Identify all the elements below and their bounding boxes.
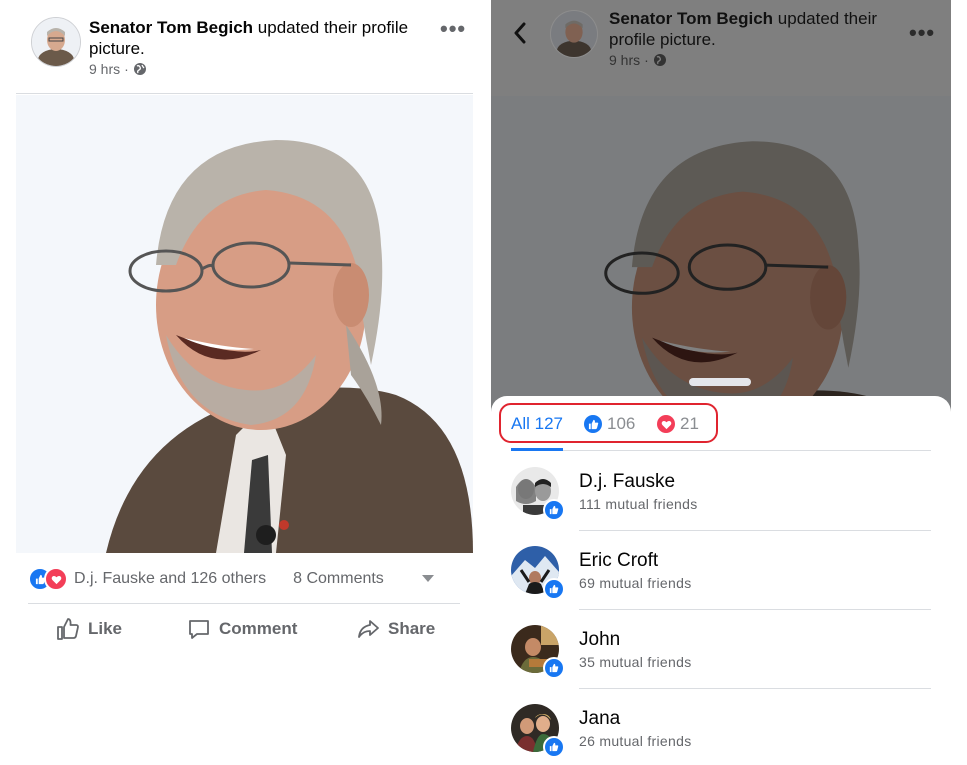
- tab-love[interactable]: 21: [657, 414, 699, 434]
- more-options-icon[interactable]: •••: [440, 16, 466, 42]
- share-label: Share: [388, 619, 436, 638]
- like-badge-icon: [543, 736, 565, 758]
- tab-like[interactable]: 106: [584, 414, 635, 434]
- post-action-line2: picture.: [89, 39, 145, 58]
- post-meta: 9 hrs ·: [609, 52, 667, 68]
- post-action-line1: updated their: [777, 9, 878, 28]
- person-name[interactable]: John: [579, 629, 620, 651]
- meta-separator: ·: [644, 52, 649, 68]
- tab-all[interactable]: All 127: [511, 414, 563, 434]
- more-options-icon[interactable]: •••: [909, 20, 935, 46]
- reaction-summary[interactable]: D.j. Fauske and 126 others 8 Comments: [28, 567, 460, 591]
- comment-icon: [189, 620, 209, 639]
- author-avatar-image: [32, 18, 80, 66]
- dimmed-post-header: Senator Tom Begich updated their profile…: [491, 0, 951, 96]
- row-divider: [579, 609, 931, 610]
- profile-photo[interactable]: [16, 95, 473, 553]
- post-time[interactable]: 9 hrs: [609, 52, 640, 68]
- tabs-divider: [511, 450, 931, 451]
- row-divider: [579, 530, 931, 531]
- tab-all-label: All 127: [511, 414, 563, 433]
- dimmed-photo-image: [491, 96, 951, 426]
- feed-post: Senator Tom Begich updated their profile…: [0, 0, 478, 765]
- reactions-screen: Senator Tom Begich updated their profile…: [491, 0, 967, 765]
- like-badge-icon: [543, 499, 565, 521]
- like-badge-icon: [543, 578, 565, 600]
- love-icon: [657, 415, 675, 433]
- author-avatar[interactable]: [31, 17, 81, 67]
- post-meta: 9 hrs ·: [89, 61, 147, 77]
- comment-button[interactable]: Comment: [187, 615, 297, 643]
- author-avatar[interactable]: [550, 10, 598, 58]
- list-item[interactable]: D.j. Fauske 111 mutual friends: [511, 467, 931, 545]
- list-item[interactable]: Jana 26 mutual friends: [511, 704, 931, 765]
- person-name[interactable]: D.j. Fauske: [579, 471, 675, 493]
- post-action-line1: updated their profile: [257, 18, 409, 37]
- meta-separator: ·: [124, 61, 129, 77]
- mutual-friends: 26 mutual friends: [579, 733, 692, 749]
- sheet-drag-handle[interactable]: [689, 378, 751, 386]
- profile-photo-image: [16, 95, 473, 553]
- globe-icon: [653, 54, 666, 66]
- chevron-down-icon[interactable]: [421, 575, 434, 583]
- post-time[interactable]: 9 hrs: [89, 61, 120, 77]
- like-icon: [584, 415, 602, 433]
- reactors-summary-text[interactable]: D.j. Fauske and 126 others: [74, 570, 266, 588]
- author-name[interactable]: Senator Tom Begich: [609, 9, 773, 28]
- mutual-friends: 35 mutual friends: [579, 654, 692, 670]
- globe-icon: [133, 63, 146, 75]
- mutual-friends: 69 mutual friends: [579, 575, 692, 591]
- post-header-text: Senator Tom Begich updated their profile…: [89, 17, 439, 59]
- post-header-text: Senator Tom Begich updated their profile…: [609, 8, 909, 50]
- panel-gutter: [951, 0, 967, 765]
- post-action-line2: profile picture.: [609, 30, 716, 49]
- like-label: Like: [88, 619, 123, 638]
- comments-count[interactable]: 8 Comments: [293, 570, 384, 588]
- back-arrow-icon[interactable]: [513, 22, 527, 44]
- share-button[interactable]: Share: [356, 615, 435, 643]
- like-button[interactable]: Like: [56, 615, 122, 643]
- active-tab-indicator: [511, 448, 563, 451]
- like-badge-icon: [543, 657, 565, 679]
- thumbs-up-icon: [57, 618, 79, 640]
- person-name[interactable]: Eric Croft: [579, 550, 658, 572]
- comment-label: Comment: [219, 619, 298, 638]
- tab-like-count: 106: [607, 414, 636, 433]
- share-icon: [358, 620, 379, 638]
- header-divider: [16, 93, 473, 94]
- list-item[interactable]: Eric Croft 69 mutual friends: [511, 546, 931, 624]
- dimmed-profile-photo: [491, 96, 951, 426]
- love-icon: [44, 567, 68, 591]
- row-divider: [579, 688, 931, 689]
- person-name[interactable]: Jana: [579, 708, 620, 730]
- mutual-friends: 111 mutual friends: [579, 496, 698, 512]
- actions-divider: [28, 603, 460, 604]
- list-item[interactable]: John 35 mutual friends: [511, 625, 931, 703]
- author-name[interactable]: Senator Tom Begich: [89, 18, 253, 37]
- author-avatar-image: [551, 11, 597, 57]
- tab-love-count: 21: [680, 414, 699, 433]
